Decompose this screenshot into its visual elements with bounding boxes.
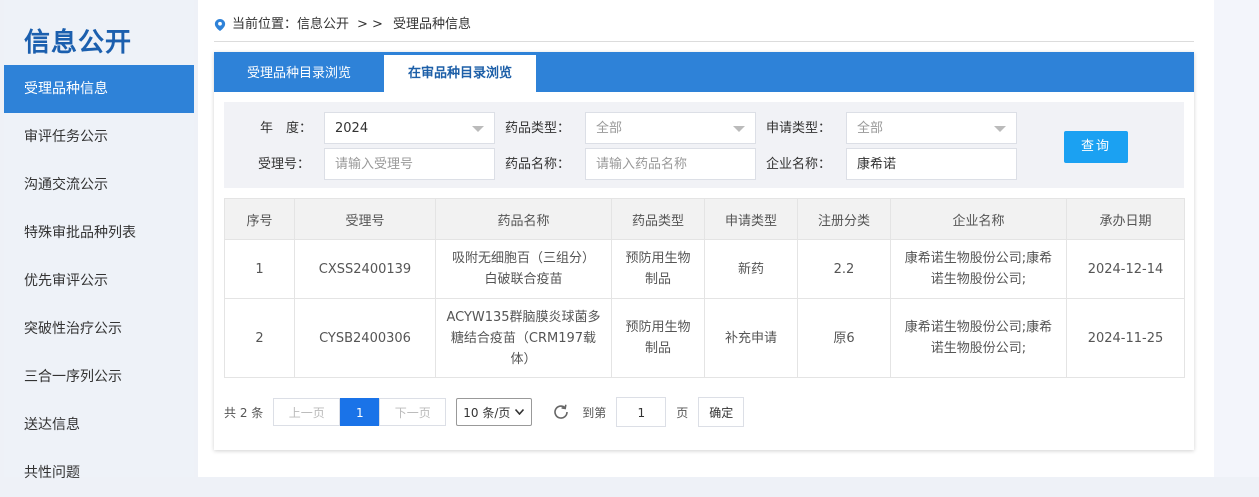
drug-name-input[interactable]: 请输入药品名称: [585, 148, 756, 180]
year-select[interactable]: 2024: [324, 112, 495, 144]
page-unit-label: 页: [676, 405, 689, 420]
col-header-index: 序号: [224, 198, 295, 240]
cell-apply-type: 补充申请: [704, 298, 798, 378]
cell-drug-type: 预防用生物制品: [611, 239, 705, 299]
tab-accepted-catalog[interactable]: 受理品种目录浏览: [214, 55, 384, 92]
cell-drug-type: 预防用生物制品: [611, 298, 705, 378]
goto-confirm-button[interactable]: 确定: [698, 397, 745, 427]
sidebar-item-review-tasks[interactable]: 审评任务公示: [4, 113, 194, 161]
drug-type-label: 药品类型：: [505, 121, 571, 136]
page-1-button[interactable]: 1: [340, 398, 380, 426]
table-row[interactable]: 1 CXSS2400139 吸附无细胞百（三组分）白破联合疫苗 预防用生物制品 …: [224, 239, 1185, 299]
sidebar-title: 信息公开: [24, 28, 133, 58]
prev-page-button[interactable]: 上一页: [273, 398, 341, 426]
results-table: 序号 受理号 药品名称 药品类型 申请类型 注册分类 企业名称 承办日期 1 C…: [224, 198, 1185, 378]
year-label: 年 度：: [260, 121, 313, 136]
tab-bar: 受理品种目录浏览 在审品种目录浏览: [214, 52, 1194, 92]
sidebar-item-three-in-one[interactable]: 三合一序列公示: [4, 353, 194, 401]
sidebar-item-special-approval[interactable]: 特殊审批品种列表: [4, 209, 194, 257]
goto-label: 到第: [582, 405, 607, 420]
sidebar: 信息公开 受理品种信息 审评任务公示 沟通交流公示 特殊审批品种列表 优先审评公…: [4, 0, 194, 481]
chevron-down-icon: [733, 126, 745, 132]
breadcrumb-divider: [214, 41, 1194, 42]
company-input[interactable]: 康希诺: [846, 148, 1017, 180]
col-header-accept-no: 受理号: [294, 198, 436, 240]
next-page-button[interactable]: 下一页: [379, 398, 447, 426]
breadcrumb-label[interactable]: 当前位置：信息公开: [232, 10, 349, 40]
cell-accept-no: CYSB2400306: [294, 298, 436, 378]
col-header-date: 承办日期: [1066, 198, 1185, 240]
pagination: 共 2 条 上一页 1 下一页 10 条/页 到第 1 页 确定: [224, 397, 745, 427]
cell-company: 康希诺生物股份公司;康希诺生物股份公司;: [890, 298, 1067, 378]
total-count: 共 2 条: [224, 405, 264, 420]
accept-no-input[interactable]: 请输入受理号: [324, 148, 495, 180]
page-size-value: 10 条/页: [463, 405, 511, 420]
col-header-drug-name: 药品名称: [435, 198, 612, 240]
content-panel: 受理品种目录浏览 在审品种目录浏览 年 度： 2024 药品类型： 全部 申请类…: [214, 52, 1194, 450]
accept-no-label: 受理号：: [258, 157, 311, 172]
sidebar-item-breakthrough-therapy[interactable]: 突破性治疗公示: [4, 305, 194, 353]
col-header-company: 企业名称: [890, 198, 1067, 240]
apply-type-select[interactable]: 全部: [846, 112, 1017, 144]
chevron-down-icon: [994, 126, 1006, 132]
col-header-apply-type: 申请类型: [704, 198, 798, 240]
sidebar-item-priority-review[interactable]: 优先审评公示: [4, 257, 194, 305]
page-size-select[interactable]: 10 条/页: [456, 398, 533, 426]
table-header-row: 序号 受理号 药品名称 药品类型 申请类型 注册分类 企业名称 承办日期: [224, 198, 1185, 240]
col-header-drug-type: 药品类型: [611, 198, 705, 240]
cell-index: 1: [224, 239, 295, 299]
main-content: 当前位置：信息公开 > > 受理品种信息 受理品种目录浏览 在审品种目录浏览 年…: [198, 0, 1214, 477]
goto-page-input[interactable]: 1: [616, 397, 667, 427]
drug-type-select[interactable]: 全部: [585, 112, 756, 144]
cell-accept-no: CXSS2400139: [294, 239, 436, 299]
cell-index: 2: [224, 298, 295, 378]
apply-type-select-value: 全部: [857, 121, 884, 136]
cell-date: 2024-11-25: [1066, 298, 1185, 378]
year-select-value: 2024: [335, 121, 369, 136]
col-header-reg-class: 注册分类: [797, 198, 891, 240]
right-strip: [1214, 0, 1259, 477]
company-label: 企业名称：: [766, 157, 832, 172]
apply-type-label: 申请类型：: [766, 121, 832, 136]
cell-apply-type: 新药: [704, 239, 798, 299]
chevron-down-icon: [472, 126, 484, 132]
cell-company: 康希诺生物股份公司;康希诺生物股份公司;: [890, 239, 1067, 299]
drug-name-label: 药品名称：: [505, 157, 571, 172]
breadcrumb: 当前位置：信息公开 > > 受理品种信息: [214, 10, 471, 40]
cell-drug-name: ACYW135群脑膜炎球菌多糖结合疫苗（CRM197载体）: [435, 298, 612, 378]
tab-in-review-catalog[interactable]: 在审品种目录浏览: [384, 55, 536, 92]
location-pin-icon: [214, 19, 226, 31]
refresh-icon[interactable]: [552, 403, 570, 421]
cell-reg-class: 原6: [797, 298, 891, 378]
query-button[interactable]: 查询: [1064, 131, 1128, 163]
cell-drug-name: 吸附无细胞百（三组分）白破联合疫苗: [435, 239, 612, 299]
breadcrumb-separator: > >: [357, 17, 383, 32]
sidebar-item-communication[interactable]: 沟通交流公示: [4, 161, 194, 209]
cell-date: 2024-12-14: [1066, 239, 1185, 299]
drug-type-select-value: 全部: [596, 121, 623, 136]
breadcrumb-current: 受理品种信息: [392, 17, 471, 32]
sidebar-item-delivery-info[interactable]: 送达信息: [4, 401, 194, 449]
cell-reg-class: 2.2: [797, 239, 891, 299]
filter-form: 年 度： 2024 药品类型： 全部 申请类型： 全部 受理号： 请输入受理号 …: [224, 102, 1184, 188]
chevron-down-icon: [515, 409, 525, 415]
table-row[interactable]: 2 CYSB2400306 ACYW135群脑膜炎球菌多糖结合疫苗（CRM197…: [224, 298, 1185, 378]
sidebar-item-common-issues[interactable]: 共性问题: [4, 449, 194, 497]
sidebar-item-accepted-varieties[interactable]: 受理品种信息: [4, 65, 194, 113]
